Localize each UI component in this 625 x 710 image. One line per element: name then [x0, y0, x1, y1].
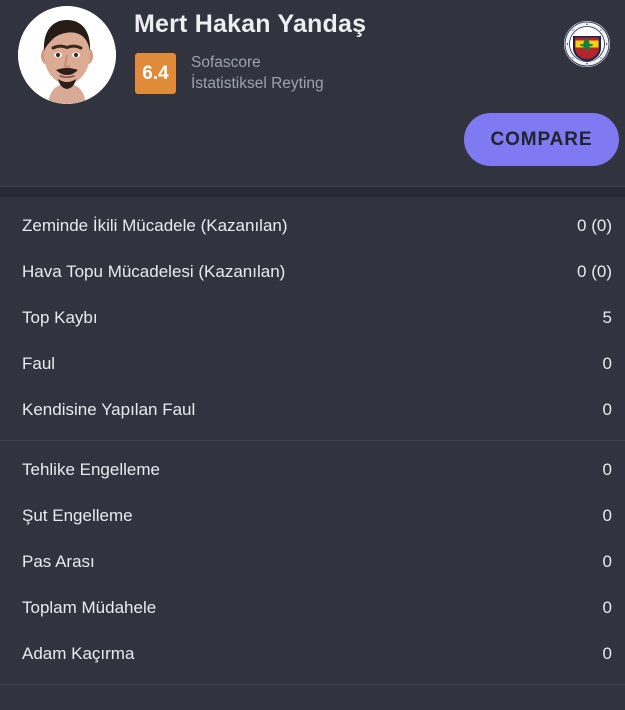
player-name-block: Mert Hakan Yandaş: [134, 9, 505, 39]
fenerbahce-logo[interactable]: 1907: [563, 20, 611, 68]
table-row[interactable]: Şut Engelleme 0: [0, 493, 625, 539]
stat-label: Şut Engelleme: [22, 506, 133, 525]
table-row[interactable]: Adam Kaçırma 0: [0, 631, 625, 677]
table-row[interactable]: Tehlike Engelleme 0: [0, 447, 625, 493]
bottom-spacer: [0, 685, 625, 710]
stat-value: 0: [602, 598, 612, 617]
table-row[interactable]: Pas Arası 0: [0, 539, 625, 585]
stat-value: 0: [602, 400, 612, 419]
rating-badge: 6.4: [135, 53, 176, 94]
stat-value: 5: [602, 308, 612, 327]
stat-label: Adam Kaçırma: [22, 644, 135, 663]
stat-label: Faul: [22, 354, 56, 373]
player-name: Mert Hakan Yandaş: [134, 10, 367, 38]
svg-text:1907: 1907: [583, 58, 591, 62]
stats-group-1: Zeminde İkili Mücadele (Kazanılan) 0 (0)…: [0, 197, 625, 440]
stat-label: Zeminde İkili Mücadele (Kazanılan): [22, 216, 288, 235]
player-header: Mert Hakan Yandaş 6.4 Sofascore İstatist…: [0, 0, 625, 186]
table-row[interactable]: Hava Topu Mücadelesi (Kazanılan) 0 (0): [0, 249, 625, 295]
table-row[interactable]: Faul 0: [0, 341, 625, 387]
player-avatar[interactable]: [18, 6, 116, 104]
stat-value: 0: [602, 506, 612, 525]
stat-value: 0 (0): [577, 262, 612, 281]
table-row[interactable]: Top Kaybı 5: [0, 295, 625, 341]
stat-value: 0: [602, 552, 612, 571]
player-stats-screen: Mert Hakan Yandaş 6.4 Sofascore İstatist…: [0, 0, 625, 710]
compare-button[interactable]: COMPARE: [464, 113, 619, 166]
stat-label: Top Kaybı: [22, 308, 98, 327]
rating-caption-line2: İstatistiksel Reyting: [191, 75, 324, 92]
table-row[interactable]: Zeminde İkili Mücadele (Kazanılan) 0 (0): [0, 203, 625, 249]
stat-value: 0: [602, 460, 612, 479]
stat-value: 0: [602, 644, 612, 663]
stat-value: 0: [602, 354, 612, 373]
stats-group-2: Tehlike Engelleme 0 Şut Engelleme 0 Pas …: [0, 440, 625, 684]
table-row[interactable]: Toplam Müdahele 0: [0, 585, 625, 631]
stat-label: Tehlike Engelleme: [22, 460, 160, 479]
rating-caption-line1: Sofascore: [191, 54, 261, 71]
stat-label: Pas Arası: [22, 552, 95, 571]
table-row[interactable]: Kendisine Yapılan Faul 0: [0, 387, 625, 433]
stat-value: 0 (0): [577, 216, 612, 235]
header-divider-band: [0, 186, 625, 197]
stat-label: Toplam Müdahele: [22, 598, 157, 617]
rating-caption: Sofascore İstatistiksel Reyting: [191, 52, 324, 94]
stat-label: Hava Topu Mücadelesi (Kazanılan): [22, 262, 286, 281]
sofascore-rating: 6.4 Sofascore İstatistiksel Reyting: [135, 53, 324, 94]
stat-label: Kendisine Yapılan Faul: [22, 400, 196, 419]
